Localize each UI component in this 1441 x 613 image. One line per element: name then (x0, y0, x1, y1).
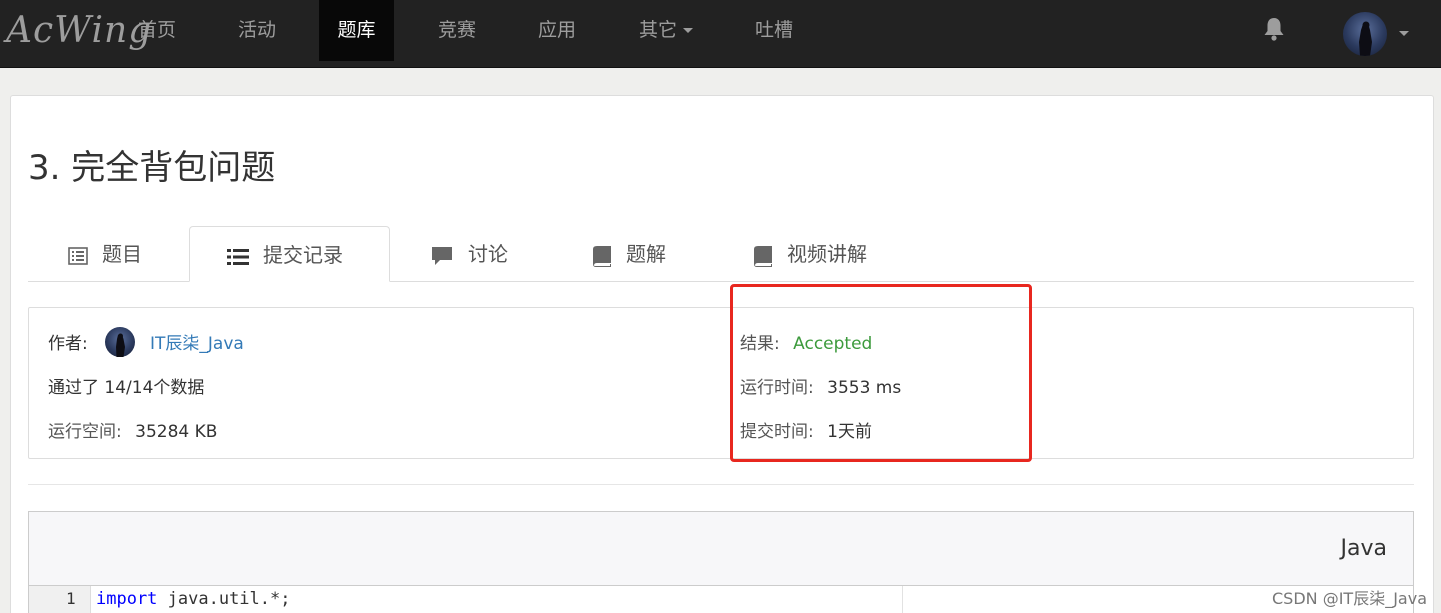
tab-discussion-label: 讨论 (468, 242, 508, 266)
top-navbar: AcWing 首页 活动 题库 竞赛 应用 其它 吐槽 (0, 0, 1441, 68)
code-line: import java.util.*; (96, 589, 290, 609)
nav-activity[interactable]: 活动 (218, 0, 296, 61)
book-icon (754, 245, 772, 267)
author-label: 作者: (48, 334, 88, 354)
code-text: java.util.*; (157, 589, 291, 609)
code-language: Java (1340, 536, 1387, 561)
tab-submissions-label: 提交记录 (263, 243, 343, 267)
book-icon (593, 245, 611, 267)
highlight-annotation-box (730, 284, 1032, 462)
nav-other-label: 其它 (638, 19, 677, 41)
memory-label: 运行空间: (48, 422, 122, 442)
tab-video-label: 视频讲解 (787, 242, 867, 266)
tab-problem-label: 题目 (102, 242, 142, 266)
line-gutter (29, 586, 91, 613)
author-name-link[interactable]: IT辰柒_Java (150, 329, 244, 354)
nav-contest[interactable]: 竞赛 (418, 0, 496, 61)
tab-solutions-label: 题解 (626, 242, 666, 266)
bell-icon[interactable] (1262, 16, 1286, 42)
nav-other-dropdown[interactable]: 其它 (624, 0, 708, 61)
caret-down-icon (683, 28, 693, 33)
tab-video[interactable]: 视频讲解 (753, 226, 867, 282)
comment-icon (432, 246, 452, 265)
user-menu-caret-icon[interactable] (1399, 31, 1409, 36)
nav-home[interactable]: 首页 (118, 0, 196, 61)
csdn-watermark: CSDN @IT辰柒_Java (1272, 589, 1427, 608)
tab-submissions[interactable]: 提交记录 (189, 226, 390, 282)
nav-problems[interactable]: 题库 (319, 0, 394, 61)
code-print-margin (902, 586, 903, 613)
nav-apps[interactable]: 应用 (518, 0, 596, 61)
code-keyword: import (96, 589, 158, 609)
user-avatar[interactable] (1343, 12, 1387, 56)
passed-tests-text: 通过了 14/14个数据 (48, 378, 205, 398)
code-header: Java (29, 512, 1413, 586)
list-icon (227, 248, 249, 265)
list-alt-icon (68, 246, 88, 265)
section-divider (28, 484, 1414, 485)
tab-problem[interactable]: 题目 (68, 226, 142, 282)
tab-discussion[interactable]: 讨论 (430, 226, 508, 282)
memory-value: 35284 KB (135, 422, 218, 442)
memory-usage: 运行空间: 35284 KB (48, 417, 217, 442)
tab-solutions[interactable]: 题解 (592, 226, 666, 282)
nav-feedback[interactable]: 吐槽 (735, 0, 813, 61)
author-avatar[interactable] (105, 327, 135, 357)
line-number: 1 (66, 589, 76, 608)
problem-title: 3. 完全背包问题 (28, 148, 276, 188)
